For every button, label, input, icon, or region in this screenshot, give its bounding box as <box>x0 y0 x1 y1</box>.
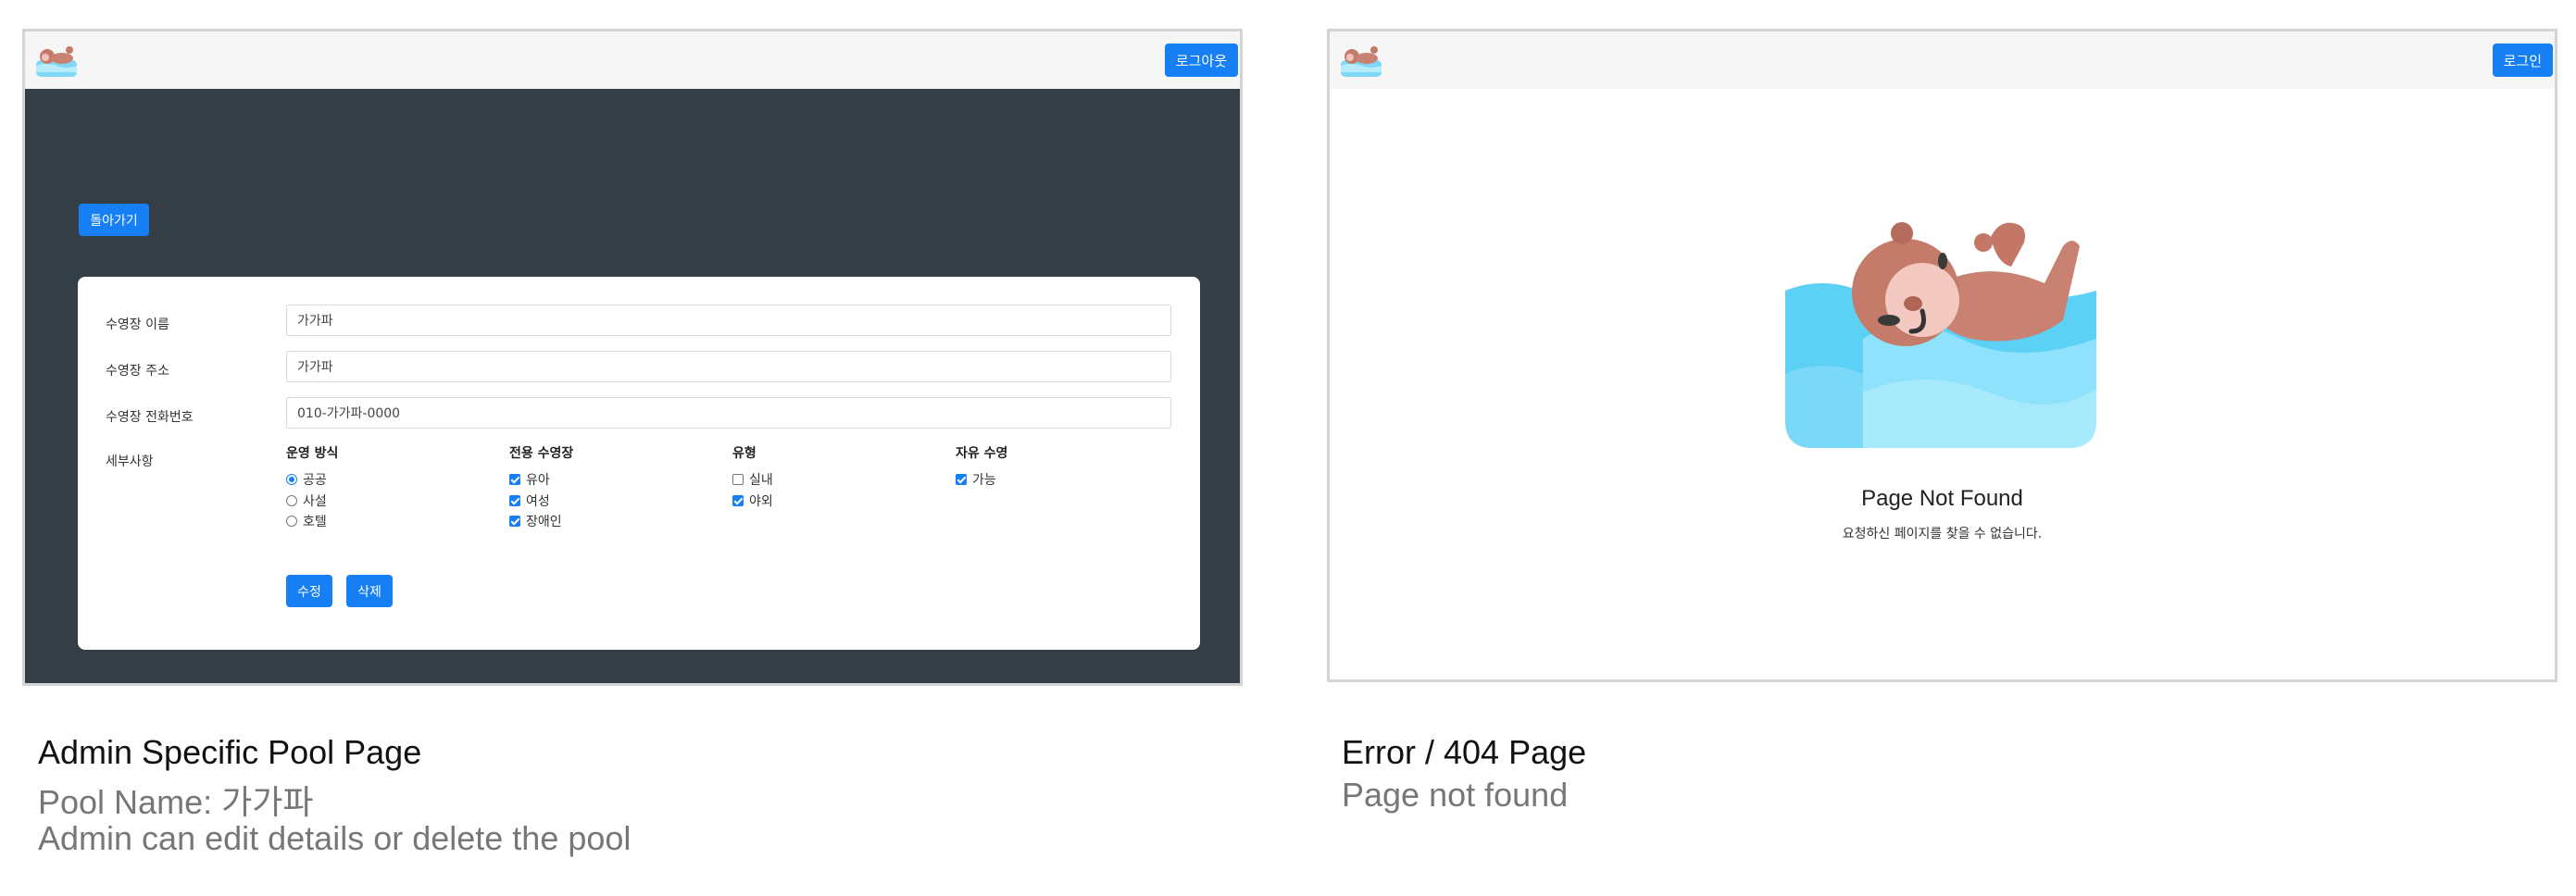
type-title: 유형 <box>732 446 757 461</box>
operation-option-hotel[interactable]: 호텔 <box>286 511 338 532</box>
free-swim-group: 자유 수영 가능 <box>956 443 1007 491</box>
pool-name-label: 수영장 이름 <box>106 317 169 332</box>
type-group: 유형 실내 야외 <box>732 443 773 511</box>
logout-button[interactable]: 로그아웃 <box>1164 44 1238 77</box>
radio-button[interactable] <box>286 474 297 486</box>
left-caption-line1: Pool Name: 가가파 <box>38 783 314 821</box>
dedicated-title: 전용 수영장 <box>509 446 574 461</box>
operation-option-private[interactable]: 사설 <box>286 491 338 512</box>
otter-logo-icon[interactable] <box>1339 42 1383 79</box>
navbar: 로그아웃 <box>25 31 1240 89</box>
admin-pool-screen: 로그아웃 돌아가기 수영장 이름 가가파 수영장 주소 가가파 수영장 전화번호… <box>22 29 1243 686</box>
radio-button[interactable] <box>286 516 297 528</box>
checkbox[interactable] <box>509 516 520 528</box>
pool-name-input[interactable]: 가가파 <box>286 305 1171 336</box>
type-option-indoor[interactable]: 실내 <box>732 469 773 491</box>
details-label: 세부사항 <box>106 454 154 469</box>
checkbox[interactable] <box>732 474 744 486</box>
dedicated-option-disabled[interactable]: 장애인 <box>509 511 573 532</box>
left-caption-title: Admin Specific Pool Page <box>38 733 422 771</box>
login-button[interactable]: 로그인 <box>2492 44 2553 77</box>
content-area: 돌아가기 수영장 이름 가가파 수영장 주소 가가파 수영장 전화번호 010-… <box>25 89 1240 683</box>
dedicated-option-infant[interactable]: 유아 <box>509 469 573 491</box>
operation-group: 운영 방식 공공 사설 호텔 <box>286 443 338 532</box>
pool-edit-card: 수영장 이름 가가파 수영장 주소 가가파 수영장 전화번호 010-가가파-0… <box>78 277 1200 650</box>
checkbox[interactable] <box>732 494 744 506</box>
checkbox[interactable] <box>956 474 967 486</box>
right-caption-title: Error / 404 Page <box>1342 733 1587 771</box>
not-found-screen: 로그인 Page Not Found 요청하신 페이지를 찾을 수 없습니다. <box>1327 29 2557 682</box>
free-swim-title: 자유 수영 <box>956 446 1008 461</box>
free-swim-option-available[interactable]: 가능 <box>956 469 1007 491</box>
page-title: Page Not Found <box>1861 486 2023 511</box>
otter-logo-icon[interactable] <box>34 42 79 79</box>
operation-title: 운영 방식 <box>286 446 339 461</box>
dedicated-group: 전용 수영장 유아 여성 장애인 <box>509 443 573 532</box>
delete-button[interactable]: 삭제 <box>346 575 393 607</box>
pool-address-label: 수영장 주소 <box>106 364 169 379</box>
back-button[interactable]: 돌아가기 <box>79 204 149 236</box>
navbar: 로그인 <box>1330 31 2555 89</box>
operation-option-public[interactable]: 공공 <box>286 469 338 491</box>
error-message: 요청하신 페이지를 찾을 수 없습니다. <box>1842 527 2043 541</box>
checkbox[interactable] <box>509 474 520 486</box>
left-caption-line2: Admin can edit details or delete the poo… <box>38 819 631 857</box>
pool-phone-input[interactable]: 010-가가파-0000 <box>286 397 1171 429</box>
checkbox[interactable] <box>509 494 520 506</box>
otter-swimming-illustration <box>1785 222 2096 448</box>
radio-button[interactable] <box>286 494 297 506</box>
pool-phone-label: 수영장 전화번호 <box>106 410 194 425</box>
edit-button[interactable]: 수정 <box>286 575 332 607</box>
pool-address-input[interactable]: 가가파 <box>286 351 1171 382</box>
type-option-outdoor[interactable]: 야외 <box>732 491 773 512</box>
dedicated-option-women[interactable]: 여성 <box>509 491 573 512</box>
right-caption-line1: Page not found <box>1342 776 1569 814</box>
